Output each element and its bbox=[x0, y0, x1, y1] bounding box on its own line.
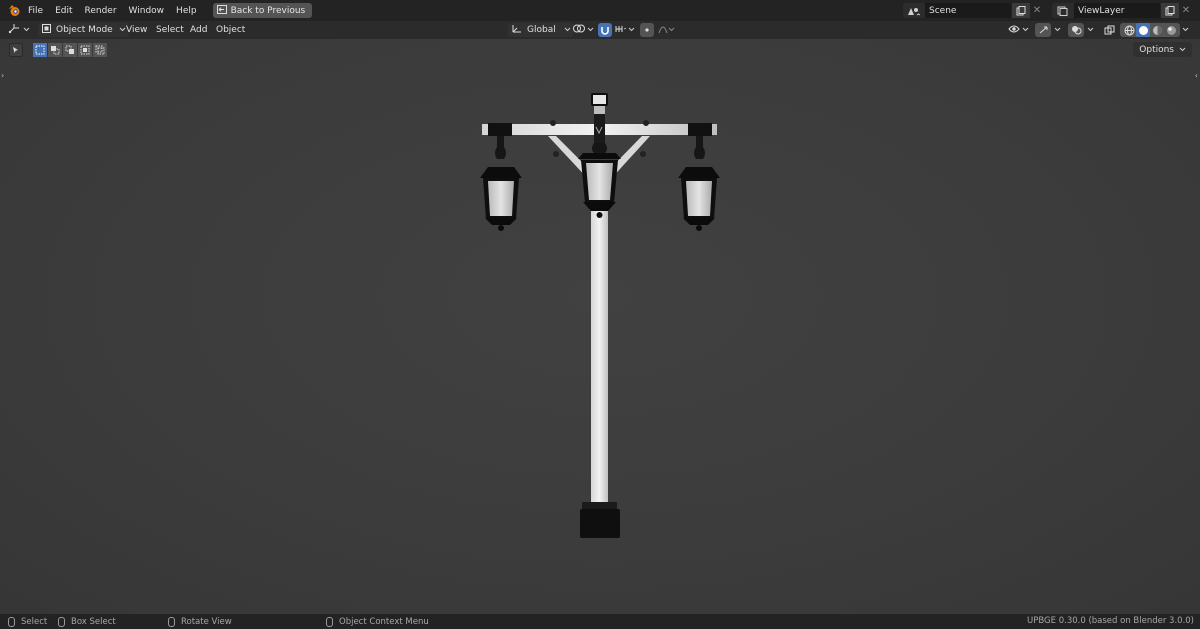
transform-orientation-dropdown[interactable]: Global bbox=[508, 23, 574, 37]
view-layer-icon[interactable] bbox=[1052, 3, 1074, 18]
top-menu-bar: File Edit Render Window Help Back to Pre… bbox=[0, 0, 1200, 21]
scene-selector[interactable]: Scene ✕ bbox=[903, 3, 1044, 18]
snap-target-icon bbox=[615, 24, 627, 37]
chevron-down-icon bbox=[668, 25, 675, 35]
3d-viewport[interactable]: Options › ‹ bbox=[0, 39, 1200, 614]
menu-render[interactable]: Render bbox=[85, 6, 117, 16]
status-rotate-label: Rotate View bbox=[181, 617, 232, 627]
gizmo-icon bbox=[1035, 23, 1051, 37]
overlays-icon bbox=[1068, 23, 1084, 37]
pivot-point-dropdown[interactable] bbox=[572, 23, 594, 37]
xray-toggle[interactable] bbox=[1102, 23, 1116, 37]
overlays-toggle[interactable] bbox=[1068, 23, 1094, 37]
status-bar: Select Box Select Rotate View Object Con… bbox=[0, 614, 1200, 629]
menu-file[interactable]: File bbox=[28, 6, 43, 16]
mouse-right-icon bbox=[326, 617, 333, 627]
chevron-down-icon bbox=[23, 25, 30, 35]
xray-icon bbox=[1102, 23, 1116, 37]
shading-mode-group bbox=[1120, 23, 1180, 37]
chevron-down-icon bbox=[1182, 25, 1189, 35]
view-menu[interactable]: View bbox=[126, 23, 147, 37]
mouse-left-icon bbox=[8, 617, 15, 627]
eye-icon bbox=[1008, 24, 1022, 37]
scene-icon[interactable] bbox=[903, 3, 925, 18]
status-select-label: Select bbox=[21, 617, 48, 627]
blender-logo-icon[interactable] bbox=[6, 3, 22, 19]
view-layer-close-icon[interactable]: ✕ bbox=[1179, 3, 1193, 18]
chevron-down-icon bbox=[564, 25, 571, 35]
material-shading-icon[interactable] bbox=[1150, 23, 1164, 37]
view-layer-selector[interactable]: ViewLayer ✕ bbox=[1052, 3, 1193, 18]
transform-orientation-label: Global bbox=[527, 25, 556, 35]
object-menu[interactable]: Object bbox=[216, 23, 245, 37]
mouse-drag-icon bbox=[58, 617, 65, 627]
solid-shading-icon[interactable] bbox=[1136, 23, 1150, 37]
shading-options-dropdown[interactable] bbox=[1182, 23, 1189, 37]
mouse-middle-icon bbox=[168, 617, 175, 627]
chevron-down-icon bbox=[1054, 25, 1061, 35]
proportional-icon bbox=[640, 23, 654, 37]
scene-close-icon[interactable]: ✕ bbox=[1030, 3, 1044, 18]
editor-type-dropdown[interactable] bbox=[8, 23, 30, 37]
street-lamp-model[interactable] bbox=[0, 39, 1200, 614]
status-context-hint: Object Context Menu bbox=[326, 616, 429, 628]
axis-gizmo-icon bbox=[8, 23, 22, 37]
orientation-icon bbox=[511, 23, 523, 37]
scene-new-icon[interactable] bbox=[1012, 3, 1030, 18]
menu-help[interactable]: Help bbox=[176, 6, 197, 16]
screen-back-icon bbox=[216, 4, 227, 17]
chevron-down-icon bbox=[1022, 25, 1029, 35]
status-select-hint: Select bbox=[8, 616, 47, 628]
chevron-down-icon bbox=[119, 25, 126, 35]
viewport-header: Object Mode View Select Add Object Globa… bbox=[0, 21, 1200, 39]
add-menu[interactable]: Add bbox=[190, 23, 207, 37]
magnet-icon bbox=[598, 23, 612, 37]
select-menu[interactable]: Select bbox=[156, 23, 184, 37]
wireframe-shading-icon[interactable] bbox=[1122, 23, 1136, 37]
object-mode-icon bbox=[41, 23, 52, 37]
visibility-dropdown[interactable] bbox=[1008, 23, 1029, 37]
status-rotate-hint: Rotate View bbox=[168, 616, 232, 628]
status-context-label: Object Context Menu bbox=[339, 617, 429, 627]
view-layer-new-icon[interactable] bbox=[1161, 3, 1179, 18]
mode-label: Object Mode bbox=[56, 25, 113, 35]
rendered-shading-icon[interactable] bbox=[1164, 23, 1178, 37]
version-label: UPBGE 0.30.0 (based on Blender 3.0.0) bbox=[1027, 616, 1194, 626]
back-to-previous-button[interactable]: Back to Previous bbox=[212, 3, 313, 18]
back-to-previous-label: Back to Previous bbox=[230, 5, 306, 16]
status-box-select-hint: Box Select bbox=[58, 616, 116, 628]
menu-edit[interactable]: Edit bbox=[55, 6, 72, 16]
status-box-select-label: Box Select bbox=[71, 617, 116, 627]
chevron-down-icon bbox=[587, 25, 594, 35]
scene-name-field[interactable]: Scene bbox=[925, 3, 1011, 18]
chevron-down-icon bbox=[628, 25, 635, 35]
menu-window[interactable]: Window bbox=[129, 6, 165, 16]
view-layer-name-field[interactable]: ViewLayer bbox=[1074, 3, 1160, 18]
proportional-editing-toggle[interactable] bbox=[640, 23, 675, 37]
chevron-down-icon bbox=[1087, 25, 1094, 35]
mode-dropdown[interactable]: Object Mode bbox=[38, 23, 129, 37]
pivot-icon bbox=[572, 23, 586, 37]
snap-toggle[interactable] bbox=[598, 23, 635, 37]
gizmo-toggle[interactable] bbox=[1035, 23, 1061, 37]
falloff-icon bbox=[658, 24, 668, 37]
